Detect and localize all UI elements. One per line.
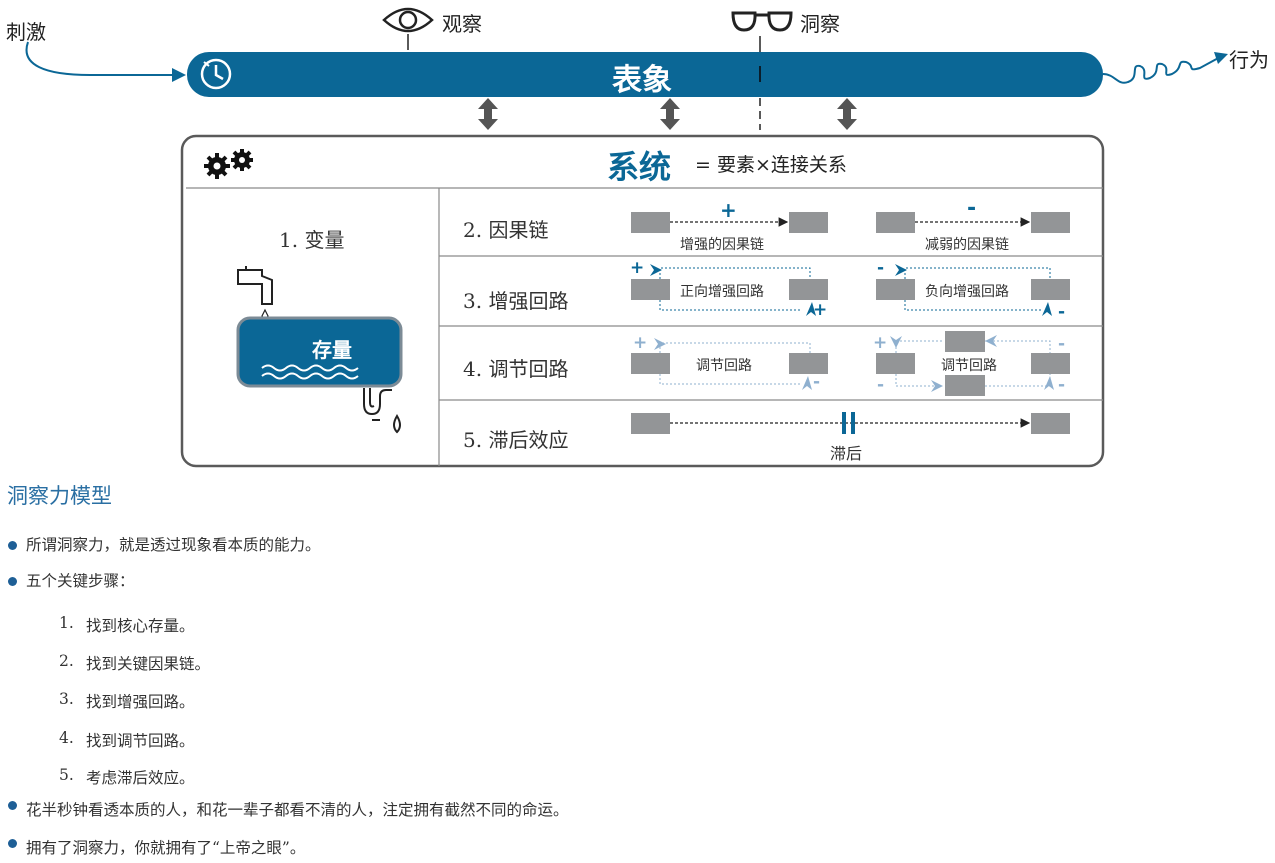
delay-caption: 滞后 — [830, 444, 863, 463]
system-formula: = 要素×连接关系 — [695, 154, 847, 176]
balancing-loop-caption-left: 调节回路 — [696, 358, 752, 374]
phenomenon-title: 表象 — [612, 63, 672, 98]
row-label-causal-chain: 2. 因果链 — [463, 218, 549, 242]
row-label-balancing-loop: 4. 调节回路 — [463, 357, 569, 381]
variable-label: 1. 变量 — [279, 228, 345, 252]
insight-label: 洞察 — [800, 12, 840, 36]
balancing-loop-caption-right: 调节回路 — [941, 358, 997, 374]
bullet-dot — [8, 541, 17, 550]
bullet-dot — [8, 839, 17, 848]
row-label-delay: 5. 滞后效应 — [463, 428, 569, 452]
step-text: 找到调节回路。 — [86, 732, 195, 750]
positive-sign: + — [720, 198, 737, 222]
eye-icon — [382, 7, 434, 50]
bullet-dot — [8, 801, 17, 810]
bullet-item: 拥有了洞察力，你就拥有了“上帝之眼”。 — [26, 839, 306, 857]
step-number: 4. — [59, 729, 74, 747]
row-label-reinforcing-loop: 3. 增强回路 — [463, 289, 569, 313]
negative-reinforcing-caption: 负向增强回路 — [925, 284, 1009, 300]
step-number: 2. — [59, 652, 74, 670]
step-text: 找到核心存量。 — [86, 617, 195, 635]
negative-sign: - — [967, 196, 977, 221]
behavior-label: 行为 — [1229, 48, 1269, 72]
observe-label: 观察 — [442, 12, 482, 36]
step-number: 5. — [59, 766, 74, 784]
bullet-item: 花半秒钟看透本质的人，和花一辈子都看不清的人，注定拥有截然不同的命运。 — [26, 801, 569, 819]
stock-label: 存量 — [312, 338, 352, 362]
bullet-dot — [8, 577, 17, 586]
stimulus-label: 刺激 — [6, 20, 46, 44]
system-title: 系统 — [607, 148, 672, 186]
step-text: 找到增强回路。 — [86, 693, 195, 711]
step-number: 3. — [59, 690, 74, 708]
step-text: 找到关键因果链。 — [86, 655, 211, 673]
bullet-item: 所谓洞察力，就是透过现象看本质的能力。 — [26, 536, 321, 554]
positive-reinforcing-caption: 正向增强回路 — [680, 284, 764, 300]
step-text: 考虑滞后效应。 — [86, 769, 195, 787]
vertical-double-arrows — [478, 98, 857, 130]
stimulus-arrow — [25, 41, 178, 76]
step-number: 1. — [59, 614, 74, 632]
section-title: 洞察力模型 — [7, 484, 112, 508]
behavior-spiral — [1102, 55, 1223, 84]
bullet-item: 五个关键步骤： — [26, 572, 135, 590]
weakening-chain-caption: 减弱的因果链 — [925, 237, 1009, 253]
reinforcing-chain-caption: 增强的因果链 — [680, 237, 764, 253]
